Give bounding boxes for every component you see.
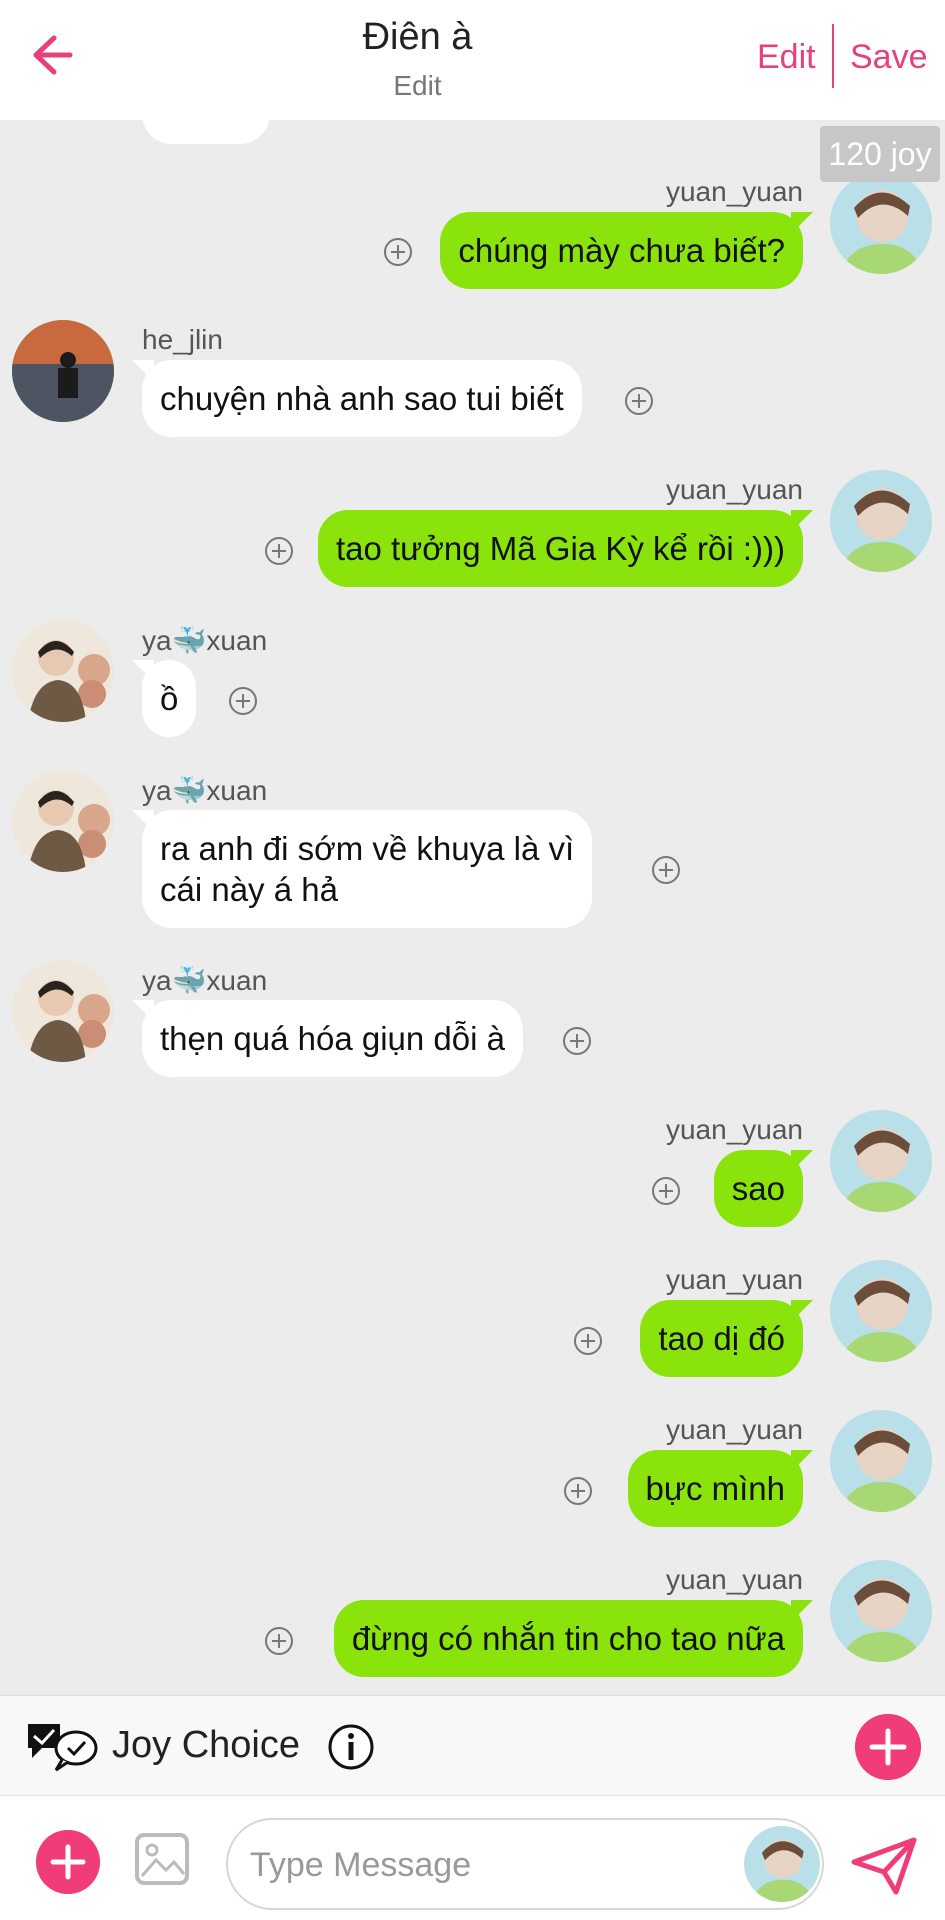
avatar-yuan-yuan[interactable]: [830, 1560, 932, 1662]
message-list[interactable]: 120 joy yuan_yuan chúng mày chưa biết? h…: [0, 120, 945, 1695]
message-bubble[interactable]: ồ: [131, 660, 197, 737]
avatar-yuan-yuan[interactable]: [830, 1260, 932, 1362]
message-bubble[interactable]: thẹn quá hóa giụn dỗi à: [132, 1000, 523, 1077]
message-sender: yuan_yuan: [665, 1114, 803, 1145]
message-sender: ya🐳xuan: [142, 775, 268, 806]
message-sender: ya🐳xuan: [142, 625, 268, 656]
message-text-line: cái này á hả: [160, 871, 338, 908]
chat-title[interactable]: Điên à: [0, 16, 835, 59]
message-bubble[interactable]: bực mình: [627, 1450, 814, 1527]
add-reaction-icon[interactable]: [624, 386, 654, 416]
message-sender: yuan_yuan: [665, 1564, 803, 1595]
avatar-selected-speaker[interactable]: [744, 1826, 820, 1902]
avatar-he-jlin[interactable]: [12, 320, 114, 422]
message-sender: he_jlin: [142, 324, 223, 355]
message-bubble[interactable]: chúng mày chưa biết?: [440, 212, 813, 289]
message-bubble[interactable]: ra anh đi sớm về khuya là vì cái này á h…: [131, 810, 593, 928]
joy-choice-icon[interactable]: [22, 1718, 102, 1774]
message-bubble-partial: [142, 120, 270, 144]
chat-header: Điên à Edit Edit Save: [0, 0, 945, 120]
edit-button[interactable]: Edit: [757, 38, 816, 77]
plus-icon[interactable]: [36, 1830, 100, 1894]
add-reaction-icon[interactable]: [562, 1026, 592, 1056]
message-bubble[interactable]: tao dị đó: [640, 1300, 813, 1377]
message-sender: yuan_yuan: [665, 1414, 803, 1445]
message-sender: ya🐳xuan: [142, 965, 268, 996]
message-bubble[interactable]: tao tưởng Mã Gia Kỳ kể rồi :))): [317, 510, 814, 587]
message-text-line: ra anh đi sớm về khuya là vì: [160, 830, 575, 867]
avatar-yuan-yuan[interactable]: [830, 1110, 932, 1212]
joy-choice-label[interactable]: Joy Choice: [112, 1724, 300, 1767]
avatar-ya-xuan[interactable]: [12, 620, 114, 722]
add-reaction-icon[interactable]: [651, 1176, 681, 1206]
header-divider: [832, 24, 834, 88]
add-reaction-icon[interactable]: [573, 1326, 603, 1356]
add-reaction-icon[interactable]: [563, 1476, 593, 1506]
add-reaction-icon[interactable]: [651, 855, 681, 885]
avatar-ya-xuan[interactable]: [12, 770, 114, 872]
avatar-yuan-yuan[interactable]: [830, 1410, 932, 1512]
send-icon[interactable]: [850, 1836, 918, 1896]
save-button[interactable]: Save: [850, 38, 928, 77]
message-sender: yuan_yuan: [665, 1264, 803, 1295]
add-reaction-icon[interactable]: [383, 237, 413, 267]
info-icon[interactable]: [326, 1722, 376, 1772]
message-input-container[interactable]: [226, 1818, 824, 1910]
message-composer: [0, 1795, 945, 1920]
joy-balance-badge: 120 joy: [820, 126, 940, 182]
message-bubble[interactable]: sao: [713, 1150, 814, 1227]
avatar-yuan-yuan[interactable]: [830, 470, 932, 572]
image-icon[interactable]: [134, 1832, 190, 1886]
add-reaction-icon[interactable]: [264, 536, 294, 566]
message-sender: yuan_yuan: [665, 474, 803, 505]
add-reaction-icon[interactable]: [264, 1626, 294, 1656]
joy-choice-bar: Joy Choice: [0, 1695, 945, 1795]
avatar-yuan-yuan[interactable]: [830, 172, 932, 274]
chat-subtitle[interactable]: Edit: [0, 70, 835, 102]
message-bubble[interactable]: chuyện nhà anh sao tui biết: [132, 360, 582, 437]
plus-icon[interactable]: [855, 1714, 921, 1780]
avatar-ya-xuan[interactable]: [12, 960, 114, 1062]
message-bubble[interactable]: đừng có nhắn tin cho tao nữa: [333, 1600, 814, 1677]
message-sender: yuan_yuan: [665, 176, 803, 207]
message-input[interactable]: [250, 1840, 710, 1890]
add-reaction-icon[interactable]: [228, 686, 258, 716]
